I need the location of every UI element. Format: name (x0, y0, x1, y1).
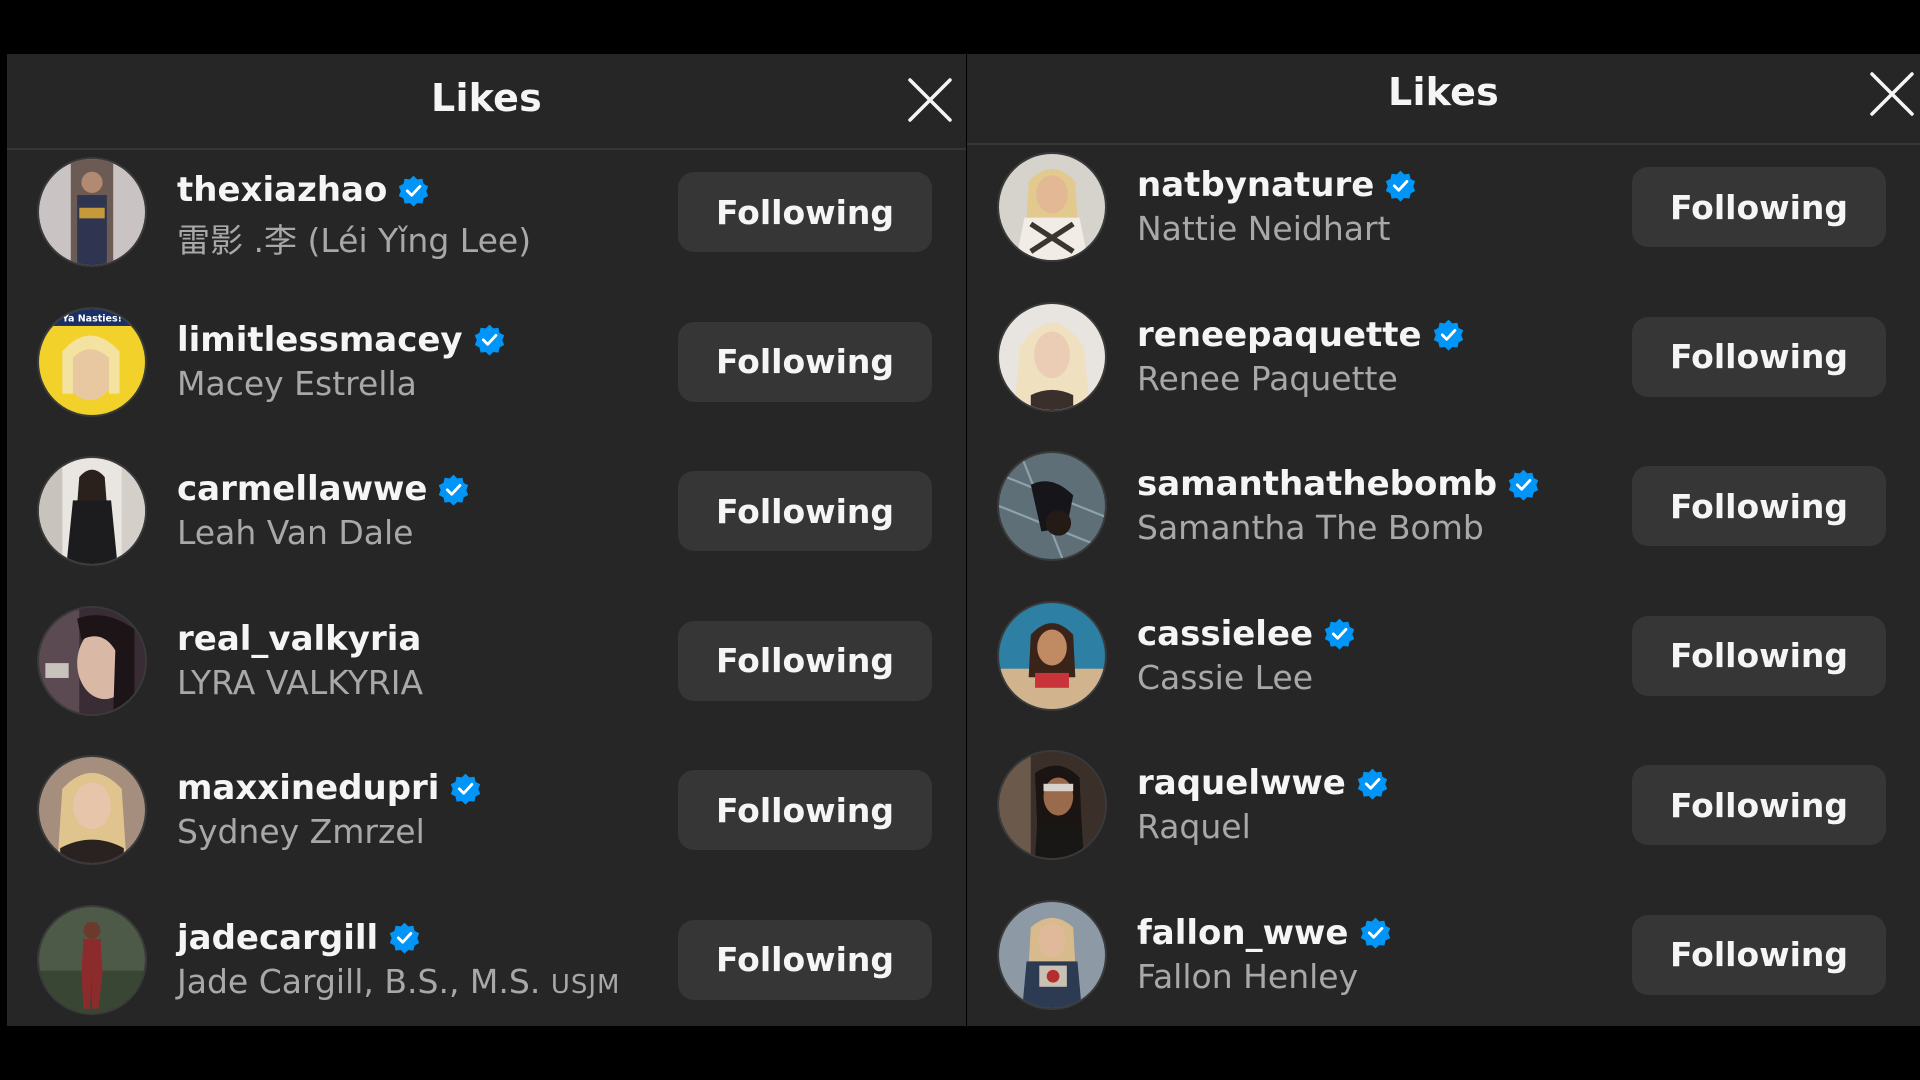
following-button[interactable]: Following (1632, 615, 1886, 696)
username[interactable]: fallon_wwe (1137, 913, 1349, 953)
username[interactable]: jadecargill (177, 918, 378, 958)
user-info: thexiazhao 雷影 .李 (Léi Yǐng Lee) (177, 168, 706, 262)
list-item[interactable]: real_valkyria LYRA VALKYRIA Following (7, 599, 966, 749)
user-info: maxxinedupri Sydney Zmrzel (177, 766, 706, 851)
avatar[interactable]: Ya Nasties! (37, 306, 147, 417)
avatar[interactable] (997, 899, 1107, 1010)
dialog-header: Likes (967, 54, 1920, 145)
list-item[interactable]: Ya Nasties! limitlessmacey Macey Estrell… (7, 300, 966, 450)
user-info: carmellawwe Leah Van Dale (177, 467, 706, 552)
user-info: samanthathebomb Samantha The Bomb (1137, 462, 1660, 547)
following-button[interactable]: Following (1632, 765, 1886, 845)
likes-list: thexiazhao 雷影 .李 (Léi Yǐng Lee) Followin… (7, 150, 966, 1026)
avatar[interactable] (37, 904, 147, 1015)
list-item[interactable]: fallon_wwe Fallon Henley Following (967, 893, 1920, 1027)
verified-badge-icon (1324, 618, 1355, 650)
user-info: jadecargill Jade Cargill, B.S., M.S. USJ… (177, 916, 706, 1001)
following-button[interactable]: Following (678, 321, 932, 402)
list-item[interactable]: jadecargill Jade Cargill, B.S., M.S. USJ… (7, 898, 966, 1027)
avatar-caption: Ya Nasties! (61, 313, 122, 324)
verified-badge-icon (1386, 170, 1416, 202)
following-button[interactable]: Following (1632, 466, 1886, 546)
following-button[interactable]: Following (1632, 914, 1886, 995)
full-name: Sydney Zmrzel (177, 812, 425, 851)
user-info: raquelwwe Raquel (1137, 761, 1660, 846)
full-name: Jade Cargill, B.S., M.S. USJM (177, 962, 706, 1001)
username[interactable]: raquelwwe (1137, 763, 1346, 803)
full-name: Renee Paquette (1137, 358, 1398, 398)
verified-badge-icon (1357, 768, 1388, 800)
following-button[interactable]: Following (678, 770, 932, 850)
username[interactable]: cassielee (1137, 614, 1313, 654)
following-button[interactable]: Following (1632, 316, 1886, 397)
username[interactable]: samanthathebomb (1137, 464, 1497, 504)
avatar[interactable] (37, 755, 147, 865)
likes-list: natbynature Nattie Neidhart Following re… (967, 145, 1920, 1026)
avatar[interactable] (37, 157, 147, 267)
full-name: Fallon Henley (1137, 956, 1359, 996)
following-button[interactable]: Following (678, 471, 932, 551)
full-name: LYRA VALKYRIA (177, 662, 424, 702)
verified-badge-icon (1360, 917, 1390, 949)
list-item[interactable]: reneepaquette Renee Paquette Following (967, 295, 1920, 445)
username[interactable]: real_valkyria (177, 619, 421, 659)
following-button[interactable]: Following (1632, 167, 1886, 247)
likes-dialog-left: Likes thexiazhao 雷影 .李 (Léi Yǐng Lee) Fo… (7, 54, 966, 1026)
dialog-title: Likes (1388, 70, 1499, 114)
close-icon[interactable] (904, 74, 956, 126)
verified-badge-icon (474, 324, 504, 356)
username[interactable]: carmellawwe (177, 469, 427, 509)
username[interactable]: limitlessmacey (177, 320, 463, 360)
verified-badge-icon (399, 175, 429, 207)
username[interactable]: reneepaquette (1137, 315, 1422, 355)
full-name-suffix: USJM (550, 969, 621, 1000)
screen: Likes thexiazhao 雷影 .李 (Léi Yǐng Lee) Fo… (0, 0, 1920, 1080)
verified-badge-icon (451, 773, 481, 805)
list-item[interactable]: raquelwwe Raquel Following (967, 743, 1920, 893)
verified-badge-icon (1433, 319, 1463, 351)
avatar[interactable] (997, 750, 1107, 860)
user-info: cassielee Cassie Lee (1137, 612, 1660, 697)
user-info: real_valkyria LYRA VALKYRIA (177, 617, 706, 702)
dialog-header: Likes (7, 54, 966, 150)
dialog-title: Likes (431, 76, 542, 120)
following-button[interactable]: Following (678, 172, 932, 252)
list-item[interactable]: cassielee Cassie Lee Following (967, 594, 1920, 744)
username[interactable]: maxxinedupri (177, 768, 439, 808)
user-info: reneepaquette Renee Paquette (1137, 313, 1660, 398)
full-name: Raquel (1137, 807, 1251, 846)
list-item[interactable]: maxxinedupri Sydney Zmrzel Following (7, 748, 966, 898)
verified-badge-icon (439, 474, 469, 506)
full-name: Cassie Lee (1137, 657, 1314, 697)
full-name: 雷影 .李 (Léi Yǐng Lee) (177, 221, 532, 260)
full-name-main: Jade Cargill, B.S., M.S. (177, 961, 541, 1001)
username[interactable]: thexiazhao (177, 170, 387, 210)
close-icon[interactable] (1866, 68, 1918, 120)
avatar[interactable] (37, 456, 147, 566)
avatar[interactable] (37, 605, 147, 716)
likes-dialog-right: Likes natbynature Nattie Neidhart Follow… (967, 54, 1920, 1026)
user-info: natbynature Nattie Neidhart (1137, 163, 1660, 248)
full-name: Samantha The Bomb (1137, 508, 1484, 547)
verified-badge-icon (389, 922, 420, 954)
verified-badge-icon (1508, 469, 1539, 501)
list-item[interactable]: natbynature Nattie Neidhart Following (967, 145, 1920, 295)
avatar[interactable] (997, 152, 1107, 262)
username[interactable]: natbynature (1137, 165, 1374, 205)
avatar[interactable] (997, 600, 1107, 711)
avatar[interactable] (997, 451, 1107, 561)
full-name: Leah Van Dale (177, 513, 414, 552)
avatar[interactable] (997, 301, 1107, 412)
full-name: Nattie Neidhart (1137, 209, 1391, 248)
list-item[interactable]: thexiazhao 雷影 .李 (Léi Yǐng Lee) Followin… (7, 150, 966, 300)
full-name: Macey Estrella (177, 363, 417, 403)
list-item[interactable]: samanthathebomb Samantha The Bomb Follow… (967, 444, 1920, 594)
following-button[interactable]: Following (678, 620, 932, 701)
following-button[interactable]: Following (678, 919, 932, 1000)
list-item[interactable]: carmellawwe Leah Van Dale Following (7, 449, 966, 599)
user-info: limitlessmacey Macey Estrella (177, 318, 706, 403)
user-info: fallon_wwe Fallon Henley (1137, 911, 1660, 996)
